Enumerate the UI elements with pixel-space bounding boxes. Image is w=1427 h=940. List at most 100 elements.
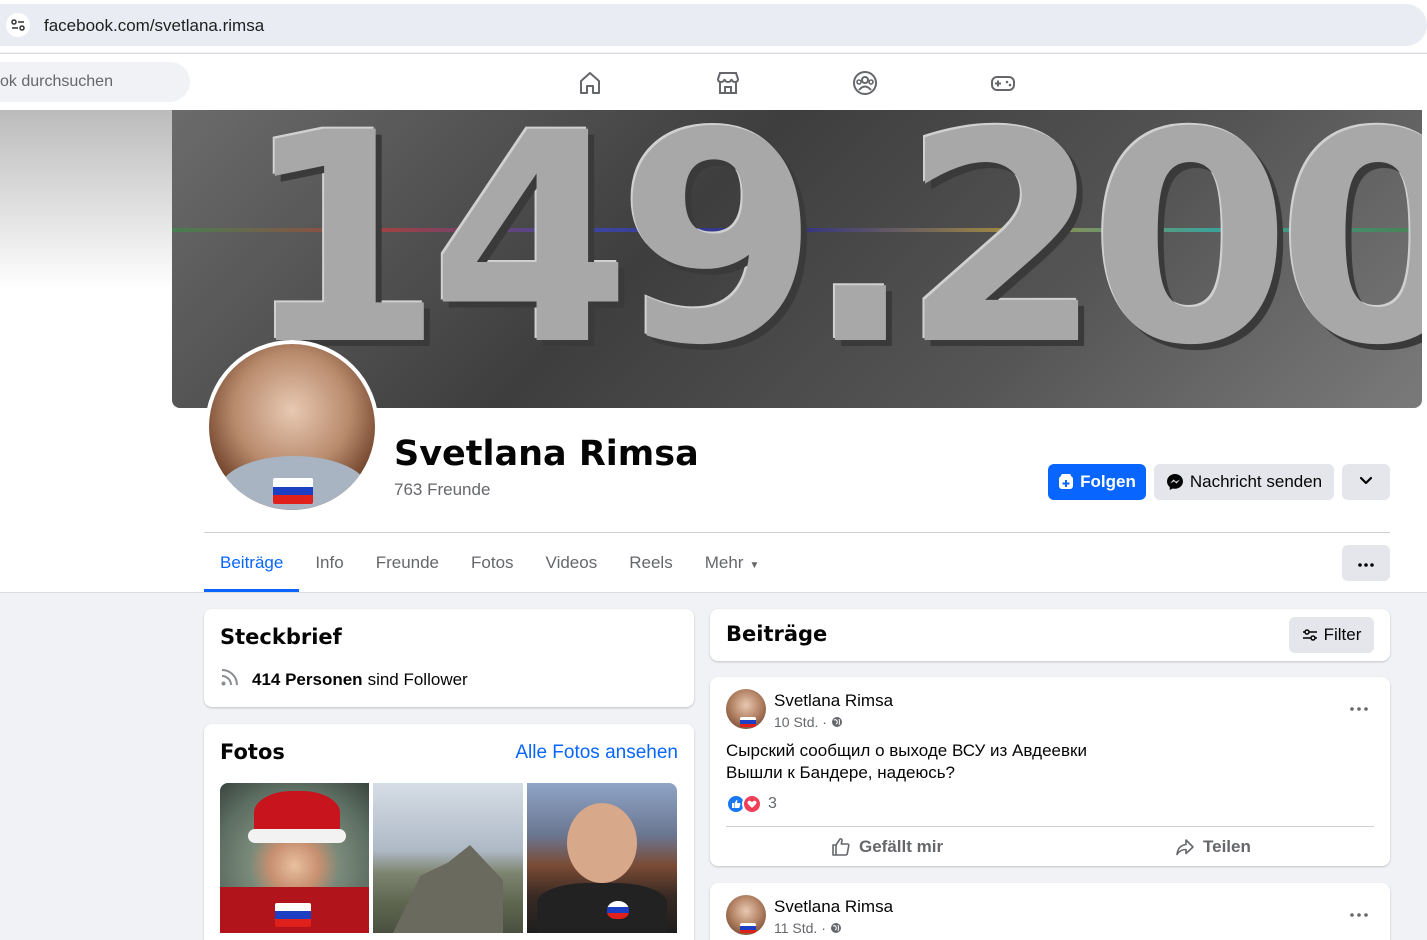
post-divider [726, 826, 1374, 827]
chevron-down-icon [1359, 472, 1373, 492]
tab-reels[interactable]: Reels [613, 536, 688, 592]
reactions-summary[interactable]: 3 [726, 794, 777, 814]
post-time-text: 10 Std. · [774, 714, 827, 730]
post-author[interactable]: Svetlana Rimsa [774, 897, 893, 917]
messenger-icon [1166, 473, 1184, 491]
follow-label: Folgen [1080, 472, 1136, 491]
post-card: Svetlana Rimsa 11 Std. · [710, 883, 1390, 940]
thumbs-up-icon [831, 837, 851, 857]
tabs-more-options-button[interactable] [1342, 545, 1390, 581]
cover-number: 149.200 [242, 110, 1422, 408]
intro-card: Steckbrief 414 Personen sind Follower [204, 609, 694, 707]
marketplace-icon[interactable] [714, 69, 742, 97]
globe-icon [830, 922, 842, 934]
page-gradient [0, 110, 172, 290]
face [567, 803, 637, 883]
post-time-text: 11 Std. · [774, 920, 826, 936]
rss-icon [220, 667, 240, 692]
russian-flag-icon [273, 478, 313, 504]
tab-label: Videos [545, 553, 598, 572]
tab-photos[interactable]: Fotos [455, 536, 530, 592]
post-text-line: Сырский сообщил о выходе ВСУ из Авдеевки [726, 741, 1087, 760]
message-label: Nachricht senden [1189, 472, 1323, 491]
tab-posts[interactable]: Beiträge [204, 536, 300, 592]
post-avatar[interactable] [726, 689, 766, 729]
like-button[interactable]: Gefällt mir [831, 835, 943, 859]
tab-more[interactable]: Mehr ▼ [689, 536, 776, 592]
home-icon[interactable] [576, 69, 604, 97]
russian-flag-icon [740, 923, 756, 933]
tab-label: Freunde [375, 553, 440, 572]
like-label: Gefällt mir [859, 837, 944, 856]
share-label: Teilen [1203, 837, 1251, 856]
cover-photo[interactable]: 149.200 [172, 110, 1422, 408]
russian-flag-icon [740, 717, 756, 727]
follow-button[interactable]: Folgen [1048, 464, 1146, 500]
site-settings-icon[interactable] [6, 13, 30, 37]
gaming-icon[interactable] [989, 69, 1017, 97]
russian-flag-icon [275, 903, 311, 927]
globe-icon [831, 716, 843, 728]
filter-button[interactable]: Filter [1289, 617, 1374, 653]
facebook-search-input[interactable]: ok durchsuchen [0, 62, 190, 102]
send-message-button[interactable]: Nachricht senden [1154, 464, 1334, 500]
tab-friends[interactable]: Freunde [360, 536, 455, 592]
search-placeholder: ok durchsuchen [0, 73, 113, 90]
url-text[interactable]: facebook.com/svetlana.rimsa [44, 16, 264, 36]
share-button[interactable]: Teilen [1175, 835, 1251, 859]
photos-card: Fotos Alle Fotos ansehen [204, 724, 694, 940]
post-author[interactable]: Svetlana Rimsa [774, 691, 893, 711]
tab-info[interactable]: Info [299, 536, 359, 592]
post-timestamp[interactable]: 10 Std. · [774, 714, 843, 730]
tab-label: Mehr [704, 553, 744, 572]
photo-thumbnail[interactable] [527, 783, 677, 933]
intro-title: Steckbrief [220, 625, 342, 649]
followers-text: sind Follower [367, 669, 468, 689]
post-avatar[interactable] [726, 895, 766, 935]
friends-count[interactable]: 763 Freunde [394, 480, 490, 500]
tab-videos[interactable]: Videos [530, 536, 614, 592]
rock-formation [393, 845, 503, 933]
post-timestamp[interactable]: 11 Std. · [774, 920, 842, 936]
profile-options-button[interactable] [1342, 464, 1390, 500]
profile-tabs: Beiträge Info Freunde Fotos Videos Reels… [204, 536, 775, 592]
photo-thumbnail[interactable] [220, 783, 369, 933]
groups-icon[interactable] [851, 69, 879, 97]
facebook-top-nav: ok durchsuchen [0, 53, 1427, 110]
filter-label: Filter [1323, 625, 1362, 644]
post-text: Сырский сообщил о выходе ВСУ из Авдеевки… [726, 740, 1087, 784]
love-reaction-icon [742, 794, 762, 814]
more-dots-icon [1358, 554, 1374, 572]
tab-label: Info [315, 553, 344, 572]
posts-title: Beiträge [726, 622, 828, 646]
santa-hat-trim [248, 829, 346, 843]
photo-thumbnail[interactable] [373, 783, 523, 933]
post-options-button[interactable] [1350, 897, 1368, 923]
heart-flag-icon [607, 901, 629, 919]
followers-count[interactable]: 414 Personen [252, 670, 363, 690]
url-field[interactable]: facebook.com/svetlana.rimsa [0, 4, 1427, 46]
profile-divider-line [204, 532, 1390, 533]
reaction-count: 3 [768, 795, 777, 812]
photos-title: Fotos [220, 740, 285, 764]
post-card: Svetlana Rimsa 10 Std. · Сырский сообщил… [710, 677, 1390, 866]
caret-down-icon: ▼ [749, 560, 760, 571]
followers-row: 414 Personen sind Follower [220, 667, 468, 692]
more-dots-icon [1350, 707, 1368, 711]
post-text-line: Вышли к Бандере, надеюсь? [726, 763, 956, 782]
header-bottom-border [0, 592, 1427, 593]
tab-label: Beiträge [220, 553, 284, 572]
tab-label: Reels [629, 553, 673, 572]
share-icon [1175, 837, 1195, 857]
see-all-photos-link[interactable]: Alle Fotos ansehen [515, 742, 678, 764]
profile-picture[interactable] [205, 340, 379, 514]
tab-label: Fotos [471, 553, 514, 572]
filter-icon [1302, 627, 1318, 643]
post-options-button[interactable] [1350, 691, 1368, 717]
profile-name: Svetlana Rimsa [394, 434, 699, 474]
black-shirt [537, 883, 667, 933]
follow-icon [1058, 474, 1074, 490]
more-dots-icon [1350, 913, 1368, 917]
browser-address-bar: facebook.com/svetlana.rimsa [0, 0, 1427, 52]
avatar [209, 344, 375, 510]
